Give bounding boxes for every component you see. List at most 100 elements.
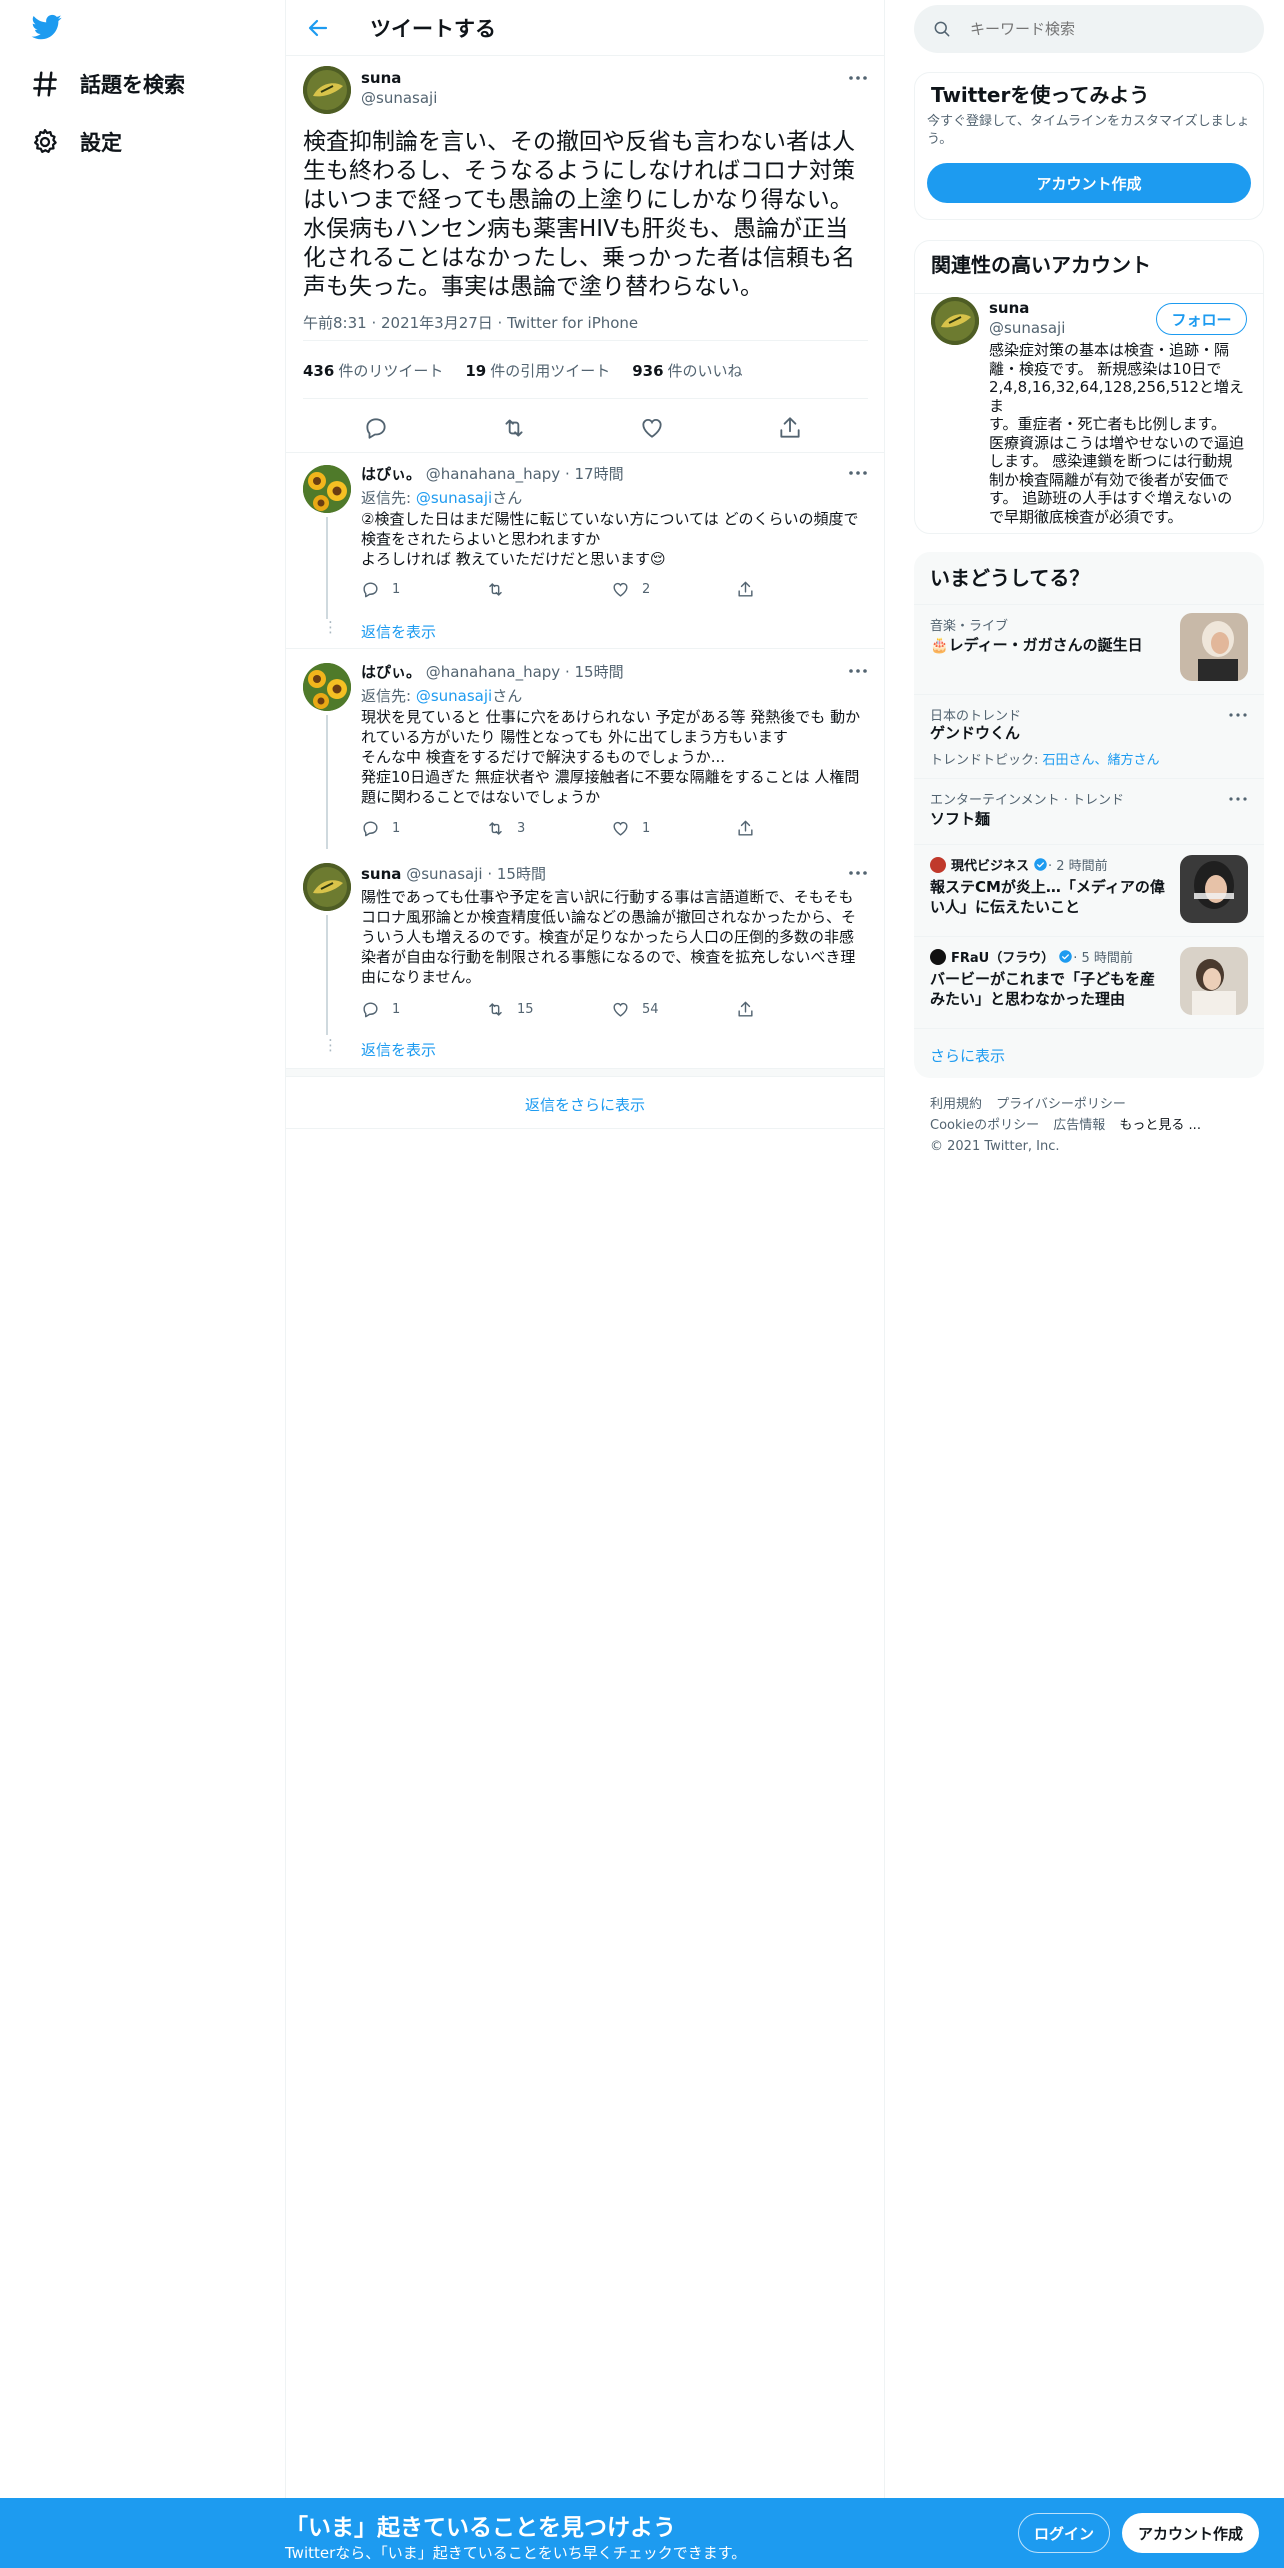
related-accounts-card: 関連性の高いアカウント suna @sunasaji フォロー 感染症対策の基本… xyxy=(914,240,1264,534)
trend-item[interactable]: エンターテインメント · トレンド ソフト麺 xyxy=(914,778,1264,844)
nav-settings[interactable]: 設定 xyxy=(30,117,122,167)
more-icon[interactable] xyxy=(846,461,870,485)
verified-badge-icon xyxy=(1058,949,1073,964)
reply-text: 現状を見ていると 仕事に穴をあけられない 予定がある等 発熱後でも 動か れてい… xyxy=(361,708,861,806)
more-icon[interactable] xyxy=(846,861,870,885)
search-input[interactable] xyxy=(970,20,1230,38)
follow-button[interactable]: フォロー xyxy=(1156,303,1247,335)
bottom-headline: 「いま」起きていることを見つけよう xyxy=(285,2515,676,2541)
show-replies-link[interactable]: 返信を表示 xyxy=(361,1039,436,1060)
retweets-stat[interactable]: 436 件のリツイート xyxy=(303,360,443,381)
nav-settings-label: 設定 xyxy=(80,131,122,155)
cookie-link[interactable]: Cookieのポリシー xyxy=(930,1118,1039,1133)
news-item[interactable]: 現代ビジネス · 2 時間前 報ステCMが炎上…「メディアの偉 い人」に伝えたい… xyxy=(914,844,1264,936)
retweet-button[interactable]: 3 xyxy=(486,819,611,838)
reply-text: ②検査した日はまだ陽性に転じていない方については どのくらいの頻度で 検査をされ… xyxy=(361,510,859,568)
share-button[interactable] xyxy=(736,819,861,838)
reply-button[interactable]: 1 xyxy=(361,580,486,599)
more-icon[interactable] xyxy=(1226,787,1250,811)
more-link[interactable]: もっと見る ... xyxy=(1119,1118,1201,1133)
likes-stat[interactable]: 936 件のいいね xyxy=(632,360,742,381)
trend-item[interactable]: 音楽・ライブ 🎂レディー・ガガさんの誕生日 xyxy=(914,604,1264,694)
trends-card: いまどうしてる？ 音楽・ライブ 🎂レディー・ガガさんの誕生日 日本のトレンド ゲ… xyxy=(914,552,1264,1078)
related-handle[interactable]: @sunasaji xyxy=(989,319,1065,337)
author-name[interactable]: suna xyxy=(361,69,401,87)
reply-tweet[interactable]: はぴぃ。 @hanahana_hapy · 17時間 返信先: @sunasaj… xyxy=(286,453,884,648)
thread-line xyxy=(326,915,328,1035)
reply-button[interactable]: 1 xyxy=(361,819,486,838)
trends-show-more[interactable]: さらに表示 xyxy=(914,1028,1264,1078)
reply-header: はぴぃ。 @hanahana_hapy · 17時間 xyxy=(361,465,624,483)
page-header: ツイートする xyxy=(286,0,884,56)
ads-link[interactable]: 広告情報 xyxy=(1053,1118,1105,1133)
more-icon[interactable] xyxy=(1226,703,1250,727)
source-logo-icon xyxy=(930,856,946,873)
page-title: ツイートする xyxy=(370,16,496,41)
create-account-button[interactable]: アカウント作成 xyxy=(927,163,1251,203)
gear-icon xyxy=(30,127,60,157)
nav-explore-label: 話題を検索 xyxy=(80,73,185,97)
twitter-logo-icon[interactable] xyxy=(30,12,64,42)
related-bio: 感染症対策の基本は検査・追跡・隔 離・検疫です。 新規感染は10日で 2,4,8… xyxy=(989,341,1245,526)
more-icon[interactable] xyxy=(846,66,870,90)
tweet-meta[interactable]: 午前8:31 · 2021年3月27日 · Twitter for iPhone xyxy=(303,312,638,333)
like-heart-icon[interactable] xyxy=(639,415,665,441)
hashtag-icon xyxy=(30,69,60,99)
retweet-button[interactable] xyxy=(486,580,611,599)
retweet-icon[interactable] xyxy=(501,415,527,441)
reply-button[interactable]: 1 xyxy=(361,1000,486,1019)
signup-card: Twitterを使ってみよう 今すぐ登録して、タイムラインをカスタマイズしましょ… xyxy=(914,72,1264,220)
search-box[interactable] xyxy=(914,5,1264,53)
news-thumbnail xyxy=(1180,947,1248,1015)
avatar[interactable] xyxy=(303,465,351,513)
trend-item[interactable]: 日本のトレンド ゲンドウくん トレンドトピック: 石田さん、緒方さん xyxy=(914,694,1264,778)
share-icon[interactable] xyxy=(777,415,803,441)
terms-link[interactable]: 利用規約 xyxy=(930,1097,982,1112)
copyright: © 2021 Twitter, Inc. xyxy=(930,1139,1060,1154)
replying-to: 返信先: @sunasajiさん xyxy=(361,687,523,705)
share-button[interactable] xyxy=(736,580,861,599)
related-title: 関連性の高いアカウント xyxy=(931,253,1151,277)
retweet-button[interactable]: 15 xyxy=(486,1000,611,1019)
like-button[interactable]: 1 xyxy=(611,819,736,838)
reply-actions: 1 15 54 xyxy=(361,1000,861,1019)
bottom-subtext: Twitterなら、「いま」起きていることをいち早くチェックできます。 xyxy=(285,2544,747,2562)
author-handle[interactable]: @sunasaji xyxy=(361,89,437,107)
avatar[interactable] xyxy=(931,297,979,345)
more-replies-link[interactable]: 返信をさらに表示 xyxy=(286,1094,884,1115)
thread-line xyxy=(326,715,328,849)
main-column: ツイートする suna @sunasaji 検査抑制論を言い、その撤回や反省も言… xyxy=(285,0,885,2500)
reply-text: 陽性であっても仕事や予定を言い訳に行動する事は言語道断で、そもそも コロナ風邪論… xyxy=(361,888,857,986)
reply-tweet[interactable]: はぴぃ。 @hanahana_hapy · 15時間 返信先: @sunasaj… xyxy=(286,649,884,849)
avatar[interactable] xyxy=(303,663,351,711)
reply-tweet[interactable]: suna @sunasaji · 15時間 陽性であっても仕事や予定を言い訳に行… xyxy=(286,849,884,1069)
login-button[interactable]: ログイン xyxy=(1018,2513,1110,2553)
like-button[interactable]: 2 xyxy=(611,580,736,599)
more-icon[interactable] xyxy=(846,659,870,683)
nav-explore[interactable]: 話題を検索 xyxy=(30,59,185,109)
avatar[interactable] xyxy=(303,863,351,911)
verified-badge-icon xyxy=(1033,857,1048,872)
news-item[interactable]: FRaU（フラウ） · 5 時間前 バービーがこれまで「子どもを産 みたい」と思… xyxy=(914,936,1264,1028)
thread-dots: ⋮ xyxy=(323,1036,338,1054)
share-button[interactable] xyxy=(736,1000,861,1019)
tweet-stats: 436 件のリツイート 19 件の引用ツイート 936 件のいいね xyxy=(303,360,743,381)
related-name[interactable]: suna xyxy=(989,299,1029,317)
divider xyxy=(303,340,868,341)
reply-icon[interactable] xyxy=(363,415,389,441)
source-logo-icon xyxy=(930,948,946,965)
signup-card-title: Twitterを使ってみよう xyxy=(931,83,1150,107)
reply-actions: 1 3 1 xyxy=(361,819,861,838)
divider xyxy=(915,293,1263,294)
avatar[interactable] xyxy=(303,66,351,114)
reply-actions: 1 2 xyxy=(361,580,861,599)
tweet-text: 検査抑制論を言い、その撤回や反省も言わない者は人生も終わるし、そうなるようにしな… xyxy=(303,129,855,300)
like-button[interactable]: 54 xyxy=(611,1000,736,1019)
privacy-link[interactable]: プライバシーポリシー xyxy=(996,1097,1126,1112)
back-arrow-icon[interactable] xyxy=(306,16,330,40)
signup-card-desc: 今すぐ登録して、タイムラインをカスタマイズしましょう。 xyxy=(927,114,1250,147)
quotes-stat[interactable]: 19 件の引用ツイート xyxy=(465,360,610,381)
signup-button[interactable]: アカウント作成 xyxy=(1122,2513,1259,2553)
divider xyxy=(286,1128,884,1129)
show-replies-link[interactable]: 返信を表示 xyxy=(361,621,436,642)
